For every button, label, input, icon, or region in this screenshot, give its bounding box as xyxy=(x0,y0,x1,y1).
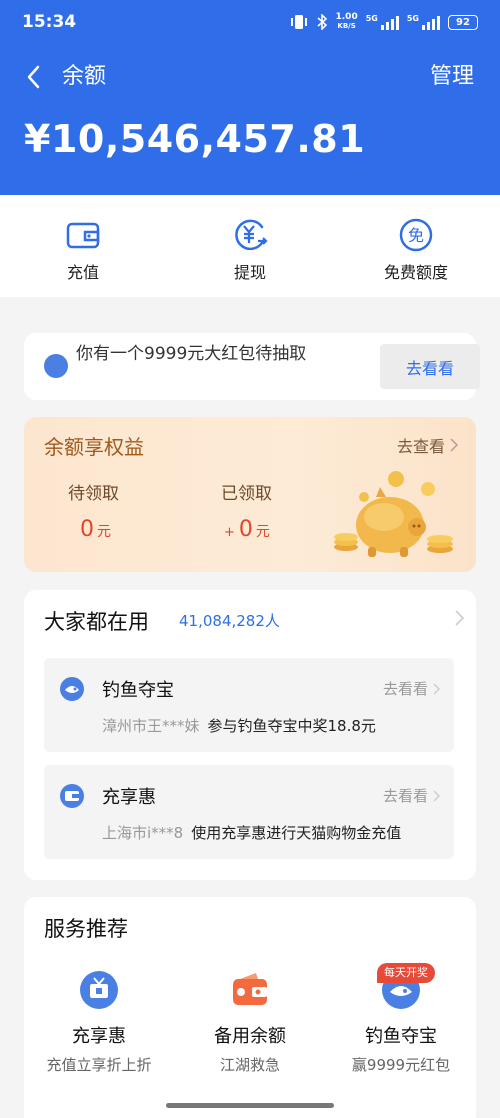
page-title: 余额 xyxy=(62,64,107,89)
recharge-title: 充享惠 xyxy=(102,787,156,808)
signal-label-1: 5G xyxy=(365,14,378,23)
received-unit: 元 xyxy=(255,524,270,540)
battery-icon: 92 xyxy=(448,14,478,30)
recharge-more-link[interactable]: 去看看 xyxy=(383,785,440,806)
fishing-more-link[interactable]: 去看看 xyxy=(383,678,440,699)
red-packet-promo-card[interactable]: 你有一个9999元大红包待抽取 去看看 xyxy=(24,333,480,400)
benefits-more-link[interactable]: 去查看 xyxy=(397,433,458,457)
service-fishing-sub: 赢9999元红包 xyxy=(351,1056,451,1074)
chevron-right-icon xyxy=(433,683,440,694)
fishing-desc-text: 参与钓鱼夺宝中奖18.8元 xyxy=(207,717,376,735)
service-recharge-sub: 充值立享折上折 xyxy=(46,1056,152,1074)
pending-label: 待领取 xyxy=(68,484,119,504)
chevron-right-icon[interactable] xyxy=(455,610,464,626)
recharge-label: 充值 xyxy=(66,263,99,282)
pending-unit: 元 xyxy=(97,524,111,540)
fishing-more-label: 去看看 xyxy=(382,680,428,698)
balance-amount: ¥10,546,457.81 xyxy=(24,117,366,161)
service-fishing-name: 钓鱼夺宝 xyxy=(365,1026,437,1047)
fishing-title: 钓鱼夺宝 xyxy=(102,680,174,701)
popular-services-card: 大家都在用 41,084,282人 钓鱼夺宝 去看看 漳州市王***妹 参与钓鱼夺… xyxy=(24,590,476,880)
free-quota-label: 免费额度 xyxy=(383,263,448,282)
fishing-user: 漳州市王***妹 xyxy=(102,717,200,735)
recharge-more-label: 去看看 xyxy=(382,787,428,805)
home-indicator[interactable] xyxy=(166,1103,334,1108)
signal-strength-icon-2: 5G xyxy=(407,14,440,30)
back-button[interactable] xyxy=(18,62,48,92)
promo-text: 你有一个9999元大红包待抽取 xyxy=(76,344,307,364)
received-prefix: + xyxy=(224,525,235,540)
fishing-description: 漳州市王***妹 参与钓鱼夺宝中奖18.8元 xyxy=(102,715,376,736)
gift-tv-icon xyxy=(80,971,118,1009)
network-speed-value: 1.00 xyxy=(335,12,358,22)
benefits-title: 余额享权益 xyxy=(44,435,144,459)
chevron-right-icon xyxy=(450,438,458,452)
back-arrow-icon xyxy=(27,65,40,89)
manage-button[interactable]: 管理 xyxy=(430,62,474,92)
promo-view-button[interactable]: 去看看 xyxy=(380,344,480,389)
header: 余额 管理 ¥10,546,457.81 xyxy=(0,44,500,195)
vibrate-icon xyxy=(290,15,307,29)
popular-user-count: 41,084,282人 xyxy=(179,612,280,630)
wallet-icon xyxy=(66,222,100,249)
received-value: +0 元 xyxy=(224,517,270,542)
services-title: 服务推荐 xyxy=(44,917,128,941)
free-quota-icon: 免 xyxy=(399,218,433,252)
withdraw-button[interactable]: 提现 xyxy=(195,217,305,283)
bluetooth-icon xyxy=(316,14,327,30)
service-recommendation-card: 服务推荐 充享惠 充值立享折上折 备用余额 江湖救急 钓鱼夺宝 赢9999元红包 xyxy=(24,897,476,1118)
withdraw-yuan-icon xyxy=(235,219,268,251)
backup-wallet-icon xyxy=(233,973,267,1005)
fishing-treasure-icon xyxy=(60,677,84,701)
popular-item-recharge[interactable]: 充享惠 去看看 上海市i***8 使用充享惠进行天猫购物金充值 xyxy=(44,765,454,859)
status-time: 15:34 xyxy=(22,12,77,32)
balance-benefits-card: 余额享权益 去查看 待领取 0元 已领取 +0 元 xyxy=(24,417,476,572)
signal-label-2: 5G xyxy=(406,14,419,23)
status-bar: 15:34 1.00 KB/S 5G 5G 92 xyxy=(0,0,500,44)
popular-item-fishing[interactable]: 钓鱼夺宝 去看看 漳州市王***妹 参与钓鱼夺宝中奖18.8元 xyxy=(44,658,454,752)
quick-actions: 充值 提现 免 免费额度 xyxy=(0,195,500,297)
service-backup-name: 备用余额 xyxy=(214,1026,286,1047)
pending-amount: 0 xyxy=(80,517,94,542)
service-backup-sub: 江湖救急 xyxy=(219,1056,280,1074)
pending-value: 0元 xyxy=(80,517,111,542)
network-speed-unit: KB/S xyxy=(337,22,356,30)
free-quota-button[interactable]: 免 免费额度 xyxy=(361,217,471,283)
received-label: 已领取 xyxy=(221,484,272,504)
withdraw-label: 提现 xyxy=(233,263,266,282)
service-fishing[interactable]: 钓鱼夺宝 赢9999元红包 xyxy=(326,970,476,1075)
recharge-description: 上海市i***8 使用充享惠进行天猫购物金充值 xyxy=(102,822,401,843)
chevron-right-icon xyxy=(433,790,440,801)
network-speed: 1.00 KB/S xyxy=(336,13,358,31)
recharge-wallet-icon xyxy=(60,784,84,808)
signal-strength-icon-1: 5G xyxy=(366,14,399,30)
received-amount: 0 xyxy=(238,517,253,542)
service-recharge-name: 充享惠 xyxy=(72,1026,126,1047)
promo-avatar-icon xyxy=(44,354,68,378)
benefits-more-label: 去查看 xyxy=(396,437,445,456)
recharge-desc-text: 使用充享惠进行天猫购物金充值 xyxy=(191,824,402,842)
daily-draw-badge: 每天开奖 xyxy=(377,963,435,983)
service-recharge[interactable]: 充享惠 充值立享折上折 xyxy=(24,970,174,1075)
recharge-user: 上海市i***8 xyxy=(102,824,184,842)
piggy-bank-coins-icon xyxy=(334,471,453,557)
popular-title: 大家都在用 xyxy=(44,610,149,634)
status-icons: 1.00 KB/S 5G 5G 92 xyxy=(290,13,478,31)
service-backup-balance[interactable]: 备用余额 江湖救急 xyxy=(175,970,325,1075)
svg-text:免: 免 xyxy=(408,226,424,245)
recharge-button[interactable]: 充值 xyxy=(28,217,138,283)
